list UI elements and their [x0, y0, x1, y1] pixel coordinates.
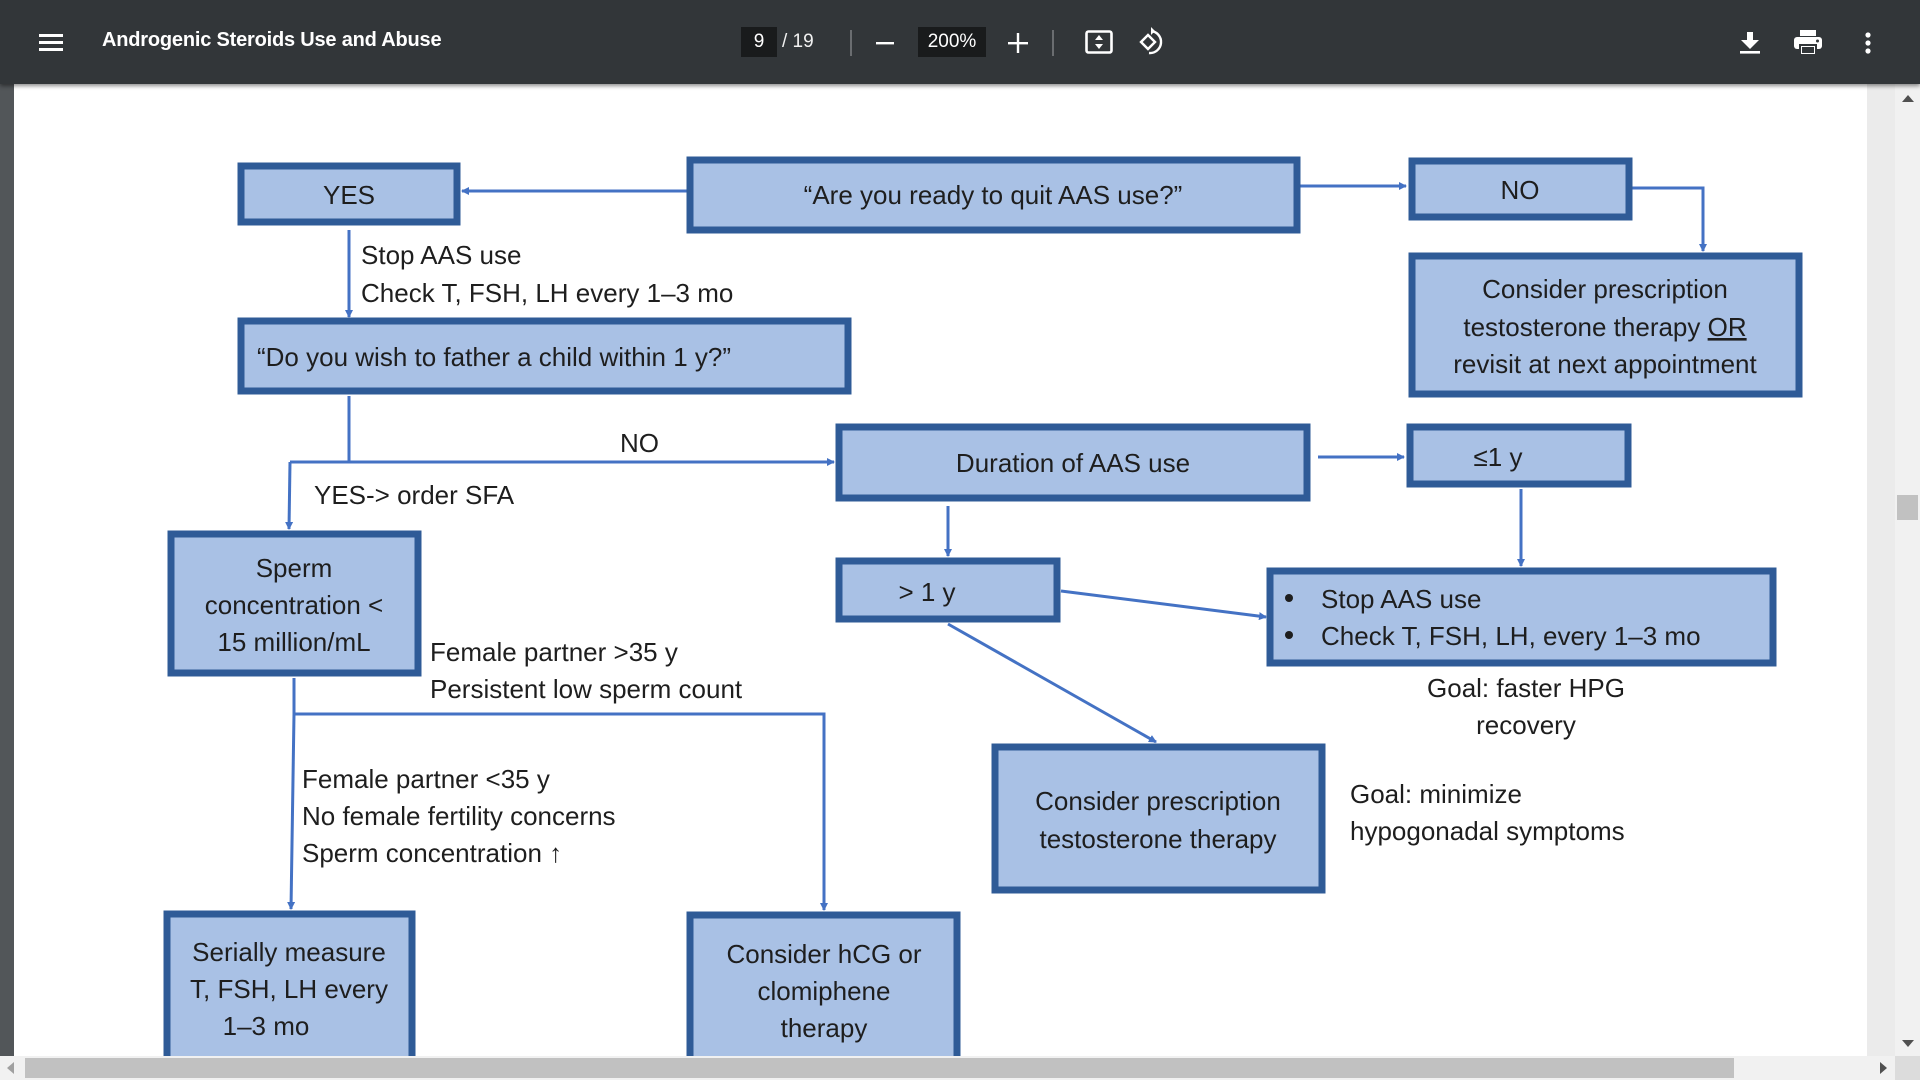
- zoom-in-button[interactable]: [1000, 26, 1036, 60]
- vertical-scrollbar-thumb[interactable]: [1897, 495, 1918, 520]
- label-female-gt35: Female partner >35 y: [430, 637, 678, 667]
- le-1y-label: ≤1 y: [1474, 442, 1523, 472]
- minus-icon: [876, 42, 894, 45]
- bullet-icon: [1285, 594, 1293, 602]
- label-stop-aas: Stop AAS use: [361, 240, 521, 270]
- box-sperm-concentration: Sperm concentration < 15 million/mL: [167, 530, 422, 677]
- more-actions-button[interactable]: [1850, 24, 1886, 62]
- father-child-label: “Do you wish to father a child within 1 …: [257, 342, 731, 372]
- scrollbar-track[interactable]: [1897, 84, 1920, 1056]
- box-hcg-clomiphene: Consider hCG or clomiphene therapy: [686, 911, 961, 1056]
- box-yes: YES: [237, 162, 461, 226]
- box-no: NO: [1408, 157, 1633, 221]
- connector-father-to-sperm: [285, 461, 294, 530]
- label-goal-hpg-recovery: recovery: [1476, 710, 1576, 740]
- bullet-icon: [1285, 631, 1293, 639]
- consider-testo-line-1: Consider prescription: [1035, 786, 1281, 816]
- label-no-branch: NO: [620, 428, 659, 458]
- zoom-level-input[interactable]: 200%: [918, 27, 986, 57]
- box-stop-check: Stop AAS use Check T, FSH, LH, every 1–3…: [1266, 567, 1777, 667]
- hcg-line-1: Consider hCG or: [726, 939, 921, 969]
- download-icon: [1740, 32, 1760, 54]
- toolbar-divider: [1052, 30, 1054, 56]
- more-vertical-icon: [1865, 32, 1871, 54]
- sperm-line-2: concentration <: [205, 590, 384, 620]
- document-title: Androgenic Steroids Use and Abuse: [102, 29, 442, 51]
- box-question-quit: “Are you ready to quit AAS use?”: [686, 156, 1301, 234]
- label-female-lt35: Female partner <35 y: [302, 764, 550, 794]
- scroll-down-arrow-icon[interactable]: [1901, 1038, 1915, 1048]
- box-father-child: “Do you wish to father a child within 1 …: [237, 317, 852, 395]
- box-yes-label: YES: [323, 180, 375, 210]
- pdf-page: YES “Are you ready to quit AAS use?” NO …: [14, 84, 1870, 1056]
- print-icon: [1794, 30, 1822, 56]
- pdf-toolbar: Androgenic Steroids Use and Abuse 9 / 19…: [0, 0, 1920, 84]
- consider-rx-line-1: Consider prescription: [1482, 274, 1728, 304]
- label-goal-hpg: Goal: faster HPG: [1427, 673, 1625, 703]
- serially-line-2: T, FSH, LH every: [190, 974, 388, 1004]
- label-no-fertility-concerns: No female fertility concerns: [302, 801, 616, 831]
- scroll-left-arrow-icon[interactable]: [6, 1061, 16, 1075]
- menu-button[interactable]: [30, 22, 72, 62]
- sperm-line-1: Sperm: [256, 553, 333, 583]
- question-quit-label: “Are you ready to quit AAS use?”: [804, 180, 1183, 210]
- scrollbar-corner: [1895, 1056, 1920, 1080]
- label-check-hormones: Check T, FSH, LH every 1–3 mo: [361, 278, 733, 308]
- hcg-line-3: therapy: [781, 1013, 868, 1043]
- flowchart: YES “Are you ready to quit AAS use?” NO …: [163, 156, 1803, 1056]
- connector-sperm-to-serially: [287, 713, 296, 910]
- serially-line-1: Serially measure: [192, 937, 386, 967]
- scroll-right-arrow-icon[interactable]: [1878, 1061, 1888, 1075]
- label-hypogonadal-symptoms: hypogonadal symptoms: [1350, 816, 1625, 846]
- rotate-counterclockwise-icon: [1139, 27, 1163, 55]
- consider-rx-line-3: revisit at next appointment: [1453, 349, 1757, 379]
- hcg-line-2: clomiphene: [758, 976, 891, 1006]
- box-le-1y: ≤1 y: [1406, 423, 1632, 488]
- connector-gt1y-to-stop: [1060, 589, 1267, 621]
- duration-label: Duration of AAS use: [956, 448, 1190, 478]
- fit-to-page-button[interactable]: [1080, 24, 1118, 60]
- hamburger-menu-icon: [39, 34, 63, 51]
- vertical-scrollbar[interactable]: [1867, 84, 1920, 1056]
- stop-check-line-1: Stop AAS use: [1321, 584, 1481, 614]
- zoom-out-button[interactable]: [868, 26, 902, 60]
- page-total: / 19: [782, 31, 814, 52]
- label-persistent-low: Persistent low sperm count: [430, 674, 743, 704]
- scroll-up-arrow-icon[interactable]: [1901, 94, 1915, 104]
- connector-no-to-consider: [1632, 186, 1707, 252]
- box-duration: Duration of AAS use: [835, 423, 1311, 502]
- box-serially-measure: Serially measure T, FSH, LH every 1–3 mo: [163, 910, 416, 1056]
- label-yes-order-sfa: YES-> order SFA: [314, 480, 515, 510]
- box-gt-1y: > 1 y: [835, 557, 1061, 623]
- fit-to-page-icon: [1085, 30, 1113, 54]
- horizontal-scrollbar-thumb[interactable]: [25, 1058, 1734, 1078]
- gt-1y-label: > 1 y: [898, 577, 955, 607]
- plus-icon: [1008, 33, 1028, 53]
- consider-rx-line-2-text: testosterone therapy: [1463, 312, 1707, 342]
- serially-line-3: 1–3 mo: [223, 1011, 310, 1041]
- box-no-label: NO: [1501, 175, 1540, 205]
- pdf-viewer: YES “Are you ready to quit AAS use?” NO …: [0, 84, 1920, 1056]
- scrollbar-gutter: [1867, 84, 1895, 1056]
- connector-gt1y-to-testo: [947, 622, 1157, 744]
- page-number-input[interactable]: 9: [741, 27, 777, 57]
- download-button[interactable]: [1730, 24, 1770, 62]
- toolbar-divider: [850, 30, 852, 56]
- consider-rx-line-2: testosterone therapy OR: [1463, 312, 1746, 342]
- print-button[interactable]: [1788, 24, 1828, 62]
- box-consider-rx-or-revisit: Consider prescription testosterone thera…: [1408, 252, 1803, 398]
- label-goal-minimize: Goal: minimize: [1350, 779, 1522, 809]
- consider-rx-or-underlined: OR: [1708, 312, 1747, 342]
- rotate-button[interactable]: [1132, 23, 1172, 61]
- label-sperm-increase: Sperm concentration ↑: [302, 838, 562, 868]
- sperm-line-3: 15 million/mL: [217, 627, 370, 657]
- box-consider-testosterone: Consider prescription testosterone thera…: [991, 743, 1326, 894]
- consider-testo-line-2: testosterone therapy: [1039, 824, 1276, 854]
- stop-check-line-2: Check T, FSH, LH, every 1–3 mo: [1321, 621, 1701, 651]
